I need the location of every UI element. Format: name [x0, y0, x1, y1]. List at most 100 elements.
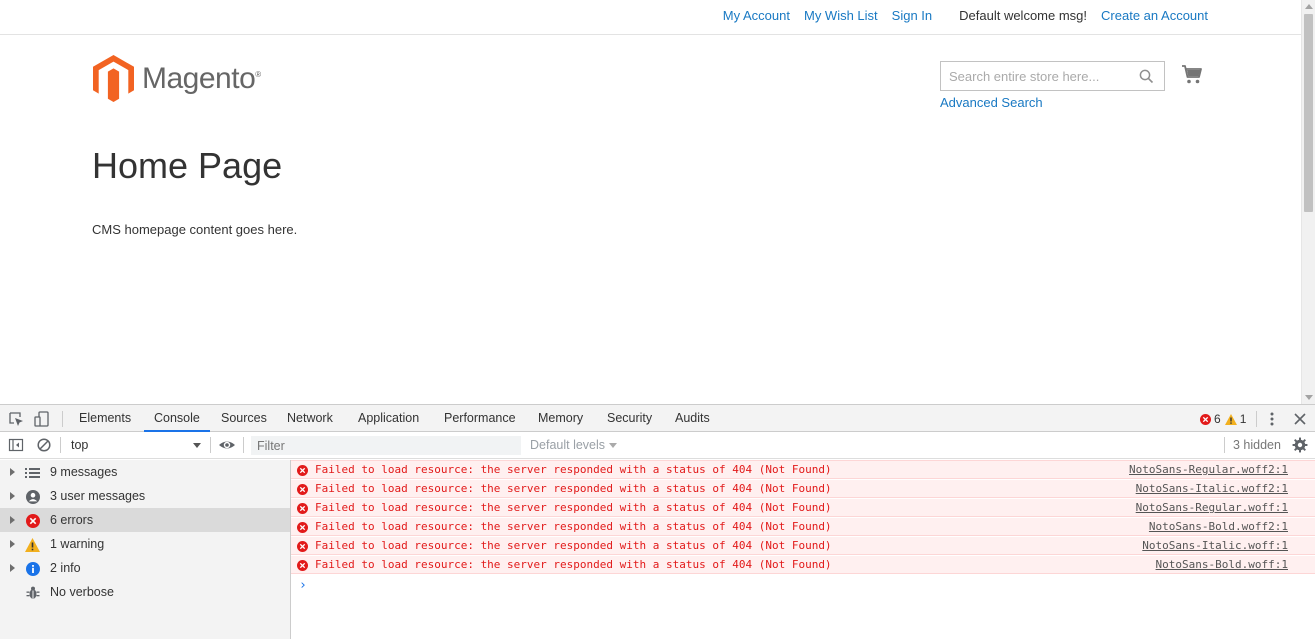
- error-icon: [297, 465, 308, 476]
- console-filter-input[interactable]: [251, 436, 521, 455]
- warning-icon: [25, 537, 40, 552]
- gear-icon[interactable]: [1292, 437, 1308, 453]
- context-value: top: [71, 438, 89, 452]
- scroll-up-arrow[interactable]: [1305, 4, 1313, 9]
- toolbar-separator: [210, 437, 211, 453]
- device-toolbar-icon[interactable]: [34, 411, 50, 427]
- message-source-link[interactable]: NotoSans-Italic.woff2:1: [1136, 480, 1288, 498]
- tab-performance[interactable]: Performance: [434, 405, 526, 432]
- clear-console-icon[interactable]: [36, 437, 52, 453]
- console-error-message[interactable]: Failed to load resource: the server resp…: [291, 479, 1315, 498]
- scrollbar-thumb[interactable]: [1304, 14, 1313, 212]
- logo-wordmark: Magento®: [142, 61, 261, 95]
- sidebar-item-label: 3 user messages: [50, 489, 146, 503]
- devtools-tab-bar: Elements Console Sources Network Applica…: [0, 405, 1315, 432]
- warning-count-icon: [1224, 413, 1237, 425]
- message-text: Failed to load resource: the server resp…: [315, 463, 832, 476]
- scroll-down-arrow[interactable]: [1305, 395, 1313, 400]
- error-icon: [297, 503, 308, 514]
- header-links: My Account My Wish List Sign In Default …: [709, 8, 1208, 23]
- error-count: 6: [1214, 412, 1221, 426]
- sidebar-item-label: No verbose: [50, 585, 114, 599]
- my-wish-list-link[interactable]: My Wish List: [804, 8, 878, 23]
- message-source-link[interactable]: NotoSans-Regular.woff:1: [1136, 499, 1288, 517]
- tab-separator: [1256, 411, 1257, 427]
- tab-console[interactable]: Console: [144, 405, 210, 432]
- sign-in-link[interactable]: Sign In: [892, 8, 932, 23]
- info-icon: [25, 561, 40, 576]
- cart-icon[interactable]: [1181, 64, 1203, 86]
- toolbar-separator: [60, 437, 61, 453]
- header-top-links-bar: My Account My Wish List Sign In Default …: [0, 0, 1301, 35]
- message-source-link[interactable]: NotoSans-Bold.woff2:1: [1149, 518, 1288, 536]
- error-icon: [297, 484, 308, 495]
- user-icon: [25, 489, 40, 504]
- console-error-message[interactable]: Failed to load resource: the server resp…: [291, 517, 1315, 536]
- sidebar-item-info[interactable]: 2 info: [0, 556, 290, 580]
- console-error-message[interactable]: Failed to load resource: the server resp…: [291, 460, 1315, 479]
- sidebar-item-verbose[interactable]: No verbose: [0, 580, 290, 604]
- chevron-down-icon: [193, 443, 201, 448]
- advanced-search-link[interactable]: Advanced Search: [940, 95, 1043, 110]
- eye-icon[interactable]: [218, 437, 236, 453]
- sidebar-toggle-icon[interactable]: [8, 437, 24, 453]
- my-account-link[interactable]: My Account: [723, 8, 790, 23]
- tab-memory[interactable]: Memory: [528, 405, 593, 432]
- search-input[interactable]: [941, 62, 1164, 90]
- error-icon: [25, 513, 40, 528]
- console-sidebar: 9 messages 3 user messages 6 errors 1 wa…: [0, 460, 291, 639]
- close-devtools-icon[interactable]: [1293, 411, 1307, 427]
- welcome-message: Default welcome msg!: [959, 8, 1088, 23]
- magento-logo-icon: [93, 55, 134, 102]
- console-prompt-chevron-icon[interactable]: ›: [299, 578, 307, 593]
- create-account-link[interactable]: Create an Account: [1101, 8, 1208, 23]
- issue-counts[interactable]: 6 1: [1200, 412, 1250, 426]
- toolbar-separator: [243, 437, 244, 453]
- console-error-message[interactable]: Failed to load resource: the server resp…: [291, 555, 1315, 574]
- page-viewport: My Account My Wish List Sign In Default …: [0, 0, 1315, 404]
- log-levels-dropdown[interactable]: Default levels: [530, 437, 618, 454]
- sidebar-item-user-messages[interactable]: 3 user messages: [0, 484, 290, 508]
- sidebar-item-label: 2 info: [50, 561, 81, 575]
- message-text: Failed to load resource: the server resp…: [315, 558, 832, 571]
- expand-arrow-icon[interactable]: [10, 516, 15, 524]
- tab-sources[interactable]: Sources: [211, 405, 277, 432]
- search-icon[interactable]: [1139, 69, 1154, 84]
- expand-arrow-icon[interactable]: [10, 540, 15, 548]
- page-scrollbar[interactable]: [1301, 0, 1315, 404]
- expand-arrow-icon[interactable]: [10, 564, 15, 572]
- message-source-link[interactable]: NotoSans-Bold.woff:1: [1156, 556, 1288, 574]
- context-selector[interactable]: top: [63, 437, 207, 454]
- chevron-down-icon: [609, 443, 618, 449]
- more-options-icon[interactable]: [1265, 411, 1279, 427]
- warning-count: 1: [1239, 412, 1247, 426]
- inspect-element-icon[interactable]: [8, 411, 24, 427]
- console-error-message[interactable]: Failed to load resource: the server resp…: [291, 536, 1315, 555]
- sidebar-item-messages[interactable]: 9 messages: [0, 460, 290, 484]
- sidebar-item-warnings[interactable]: 1 warning: [0, 532, 290, 556]
- message-source-link[interactable]: NotoSans-Italic.woff:1: [1142, 537, 1288, 555]
- error-count-icon: [1200, 413, 1211, 425]
- tab-security[interactable]: Security: [597, 405, 662, 432]
- tab-elements[interactable]: Elements: [69, 405, 141, 432]
- expand-arrow-icon[interactable]: [10, 492, 15, 500]
- list-icon: [25, 465, 40, 480]
- expand-arrow-icon[interactable]: [10, 468, 15, 476]
- message-text: Failed to load resource: the server resp…: [315, 501, 832, 514]
- cms-content: CMS homepage content goes here.: [92, 222, 298, 237]
- tab-audits[interactable]: Audits: [665, 405, 720, 432]
- tab-network[interactable]: Network: [277, 405, 343, 432]
- sidebar-item-label: 9 messages: [50, 465, 118, 479]
- magento-logo[interactable]: Magento®: [93, 55, 261, 102]
- page-title: Home Page: [92, 145, 283, 186]
- tab-separator: [62, 411, 63, 427]
- message-text: Failed to load resource: the server resp…: [315, 482, 832, 495]
- sidebar-item-errors[interactable]: 6 errors: [0, 508, 290, 532]
- message-text: Failed to load resource: the server resp…: [315, 539, 832, 552]
- message-text: Failed to load resource: the server resp…: [315, 520, 832, 533]
- message-source-link[interactable]: NotoSans-Regular.woff2:1: [1129, 461, 1288, 479]
- console-toolbar: top Default levels 3 hidden: [0, 432, 1315, 459]
- tab-application[interactable]: Application: [348, 405, 429, 432]
- sidebar-item-label: 6 errors: [50, 513, 94, 527]
- console-error-message[interactable]: Failed to load resource: the server resp…: [291, 498, 1315, 517]
